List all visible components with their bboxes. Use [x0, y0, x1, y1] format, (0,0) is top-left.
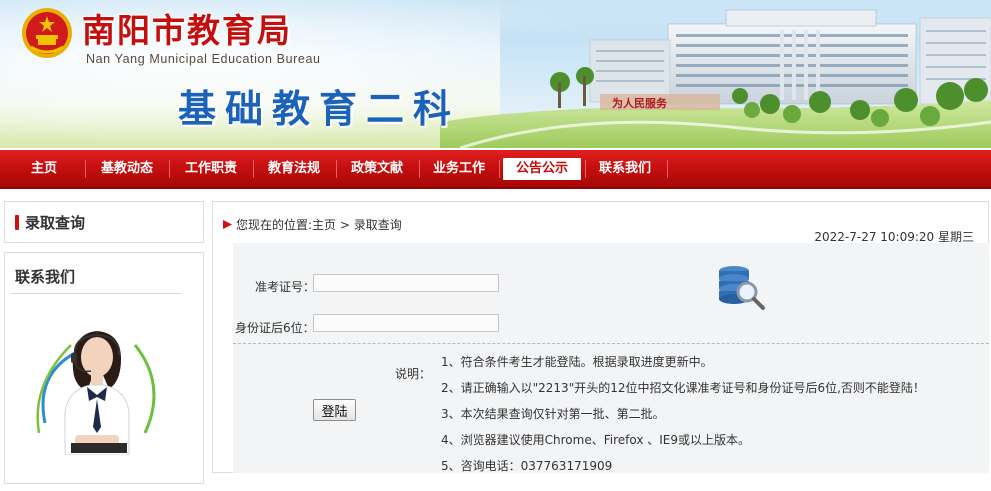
- notes-label: 说明：: [395, 367, 432, 381]
- nav-item-regulations[interactable]: 教育法规: [259, 158, 329, 180]
- header-banner: 为人民服务 南阳市教育局 Nan Yang Municipal Educatio…: [0, 0, 991, 148]
- nav-separator: [499, 160, 500, 178]
- main-panel: 您现在的位置:主页 > 录取查询 2022-7-27 10:09:20 星期三 …: [212, 201, 989, 473]
- sidebar-divider: [11, 293, 181, 294]
- note-item-3: 3、本次结果查询仅针对第一批、第二批。: [441, 407, 665, 421]
- site-title: 南阳市教育局: [82, 11, 292, 50]
- nav-separator: [585, 160, 586, 178]
- sidebar-contact-heading: 联系我们: [15, 268, 76, 286]
- breadcrumb-text[interactable]: 您现在的位置:主页 > 录取查询: [236, 218, 402, 232]
- customer-service-illustration: [36, 331, 156, 455]
- sidebar-query-heading-label: 录取查询: [25, 214, 86, 232]
- note-item-1: 1、符合条件考生才能登陆。根据录取进度更新中。: [441, 355, 713, 369]
- exam-id-label: 准考证号：: [255, 280, 316, 294]
- nav-separator: [419, 160, 420, 178]
- id-last6-input[interactable]: [313, 314, 499, 332]
- department-title: 基础教育二科: [178, 86, 461, 131]
- form-divider: [233, 343, 989, 344]
- nav-item-news[interactable]: 基教动态: [92, 158, 162, 180]
- nav-separator: [253, 160, 254, 178]
- svg-text:为人民服务: 为人民服务: [612, 96, 668, 110]
- breadcrumb: 您现在的位置:主页 > 录取查询: [223, 216, 402, 233]
- nav-separator: [85, 160, 86, 178]
- note-item-2: 2、请正确输入以"2213"开头的12位中招文化课准考证号和身份证号后6位,否则…: [441, 381, 925, 395]
- nav-separator: [667, 160, 668, 178]
- nav-separator: [336, 160, 337, 178]
- login-button[interactable]: 登陆: [313, 399, 356, 421]
- main-navigation: 主页 基教动态 工作职责 教育法规 政策文献 业务工作 公告公示 联系我们: [0, 150, 991, 189]
- database-search-icon: [719, 266, 765, 310]
- national-emblem-icon: [22, 8, 72, 58]
- sidebar-query-box: 录取查询: [4, 201, 204, 243]
- site-subtitle: Nan Yang Municipal Education Bureau: [86, 52, 321, 66]
- government-building-illustration: 为人民服务: [440, 0, 991, 148]
- query-form: 准考证号： 身份证后6位： 说明： 1、符合条件考生才能登陆。根据录取进度更新中…: [233, 243, 989, 473]
- nav-item-announcements[interactable]: 公告公示: [503, 158, 581, 180]
- nav-item-duties[interactable]: 工作职责: [176, 158, 246, 180]
- nav-item-business[interactable]: 业务工作: [424, 158, 494, 180]
- nav-item-home[interactable]: 主页: [18, 158, 70, 180]
- sidebar-query-heading[interactable]: 录取查询: [15, 212, 85, 233]
- nav-item-contact[interactable]: 联系我们: [590, 158, 660, 180]
- nav-separator: [169, 160, 170, 178]
- breadcrumb-arrow-icon: [223, 220, 232, 229]
- id-last6-label: 身份证后6位：: [235, 321, 315, 335]
- note-item-5: 5、咨询电话：037763171909: [441, 459, 613, 473]
- note-item-4: 4、浏览器建议使用Chrome、Firefox 、IE9或以上版本。: [441, 433, 750, 447]
- exam-id-input[interactable]: [313, 274, 499, 292]
- heading-marker-icon: [15, 215, 19, 230]
- sidebar-contact-box: 联系我们: [4, 252, 204, 484]
- nav-item-policy[interactable]: 政策文献: [342, 158, 412, 180]
